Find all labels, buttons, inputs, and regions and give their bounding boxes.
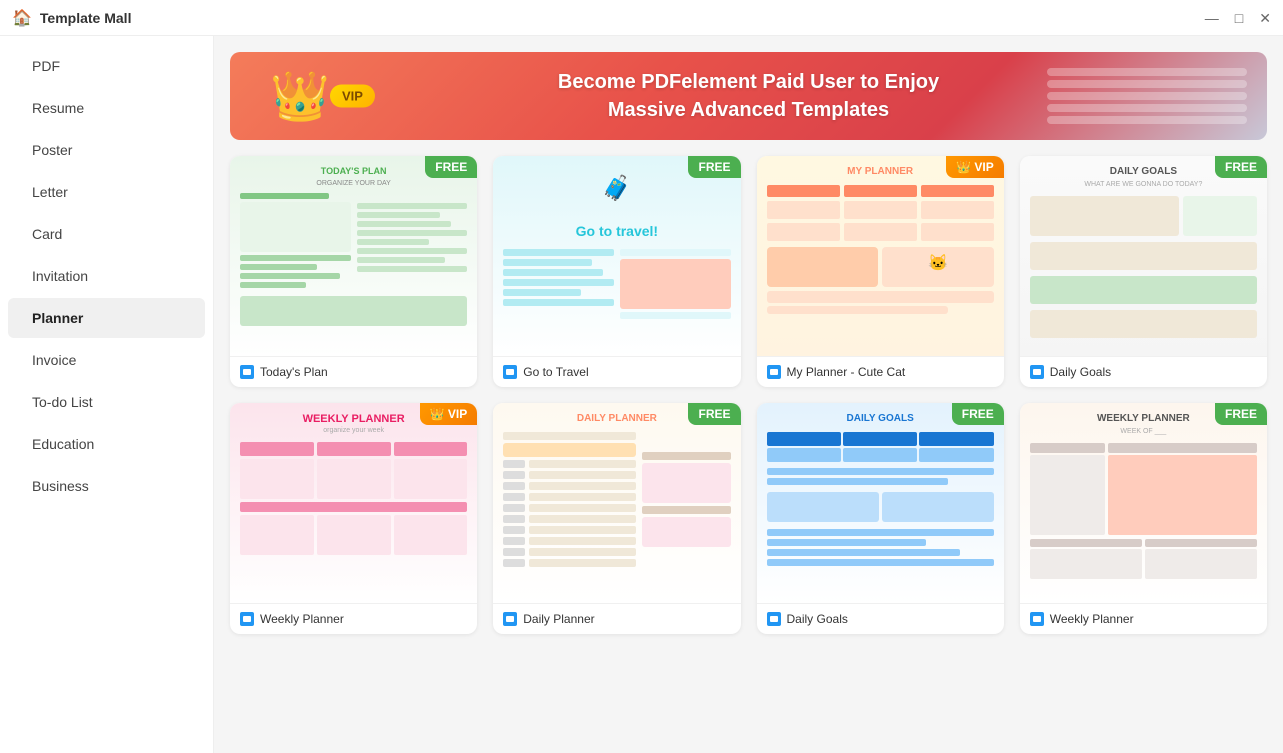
- titlebar-controls: — □ ✕: [1205, 11, 1271, 25]
- template-card-daily-goals[interactable]: FREE DAILY GOALS WHAT ARE WE GONNA DO TO…: [1020, 156, 1267, 387]
- banner-line2: Massive Advanced Templates: [558, 96, 939, 124]
- crown-icon: 👑: [270, 68, 330, 125]
- sidebar-item-poster[interactable]: Poster: [8, 130, 205, 170]
- banner-text: Become PDFelement Paid User to Enjoy Mas…: [558, 68, 939, 124]
- template-footer-weekly-2: Weekly Planner: [1020, 603, 1267, 634]
- template-footer-my-planner: My Planner - Cute Cat: [757, 356, 1004, 387]
- badge-free-2: FREE: [688, 156, 740, 178]
- template-footer-todays-plan: Today's Plan: [230, 356, 477, 387]
- template-card-daily-goals-2[interactable]: FREE DAILY GOALS: [757, 403, 1004, 634]
- template-card-weekly-2[interactable]: FREE WEEKLY PLANNER WEEK OF ___: [1020, 403, 1267, 634]
- template-card-go-to-travel[interactable]: FREE 🧳 Go to travel!: [493, 156, 740, 387]
- template-name-go-to-travel: Go to Travel: [523, 365, 588, 379]
- badge-vip: 👑 VIP: [946, 156, 1004, 178]
- template-footer-weekly-vip: Weekly Planner: [230, 603, 477, 634]
- template-preview-todays-plan: FREE TODAY'S PLAN ORGANIZE YOUR DAY: [230, 156, 477, 356]
- close-button[interactable]: ✕: [1259, 11, 1271, 25]
- banner-line1: Become PDFelement Paid User to Enjoy: [558, 68, 939, 96]
- template-name-daily-goals-2: Daily Goals: [787, 612, 848, 626]
- template-name-weekly-2: Weekly Planner: [1050, 612, 1134, 626]
- template-preview-weekly-vip: 👑 VIP WEEKLY PLANNER organize your week: [230, 403, 477, 603]
- template-preview-go-to-travel: FREE 🧳 Go to travel!: [493, 156, 740, 356]
- template-preview-daily-goals: FREE DAILY GOALS WHAT ARE WE GONNA DO TO…: [1020, 156, 1267, 356]
- main-layout: PDF Resume Poster Letter Card Invitation…: [0, 36, 1283, 753]
- badge-free-5: FREE: [952, 403, 1004, 425]
- template-footer-go-to-travel: Go to Travel: [493, 356, 740, 387]
- pdf-icon-5: [240, 612, 254, 626]
- template-name-weekly-vip: Weekly Planner: [260, 612, 344, 626]
- app-title: Template Mall: [40, 10, 132, 26]
- badge-free-3: FREE: [1215, 156, 1267, 178]
- sidebar-item-resume[interactable]: Resume: [8, 88, 205, 128]
- vip-badge: VIP: [330, 85, 375, 108]
- template-preview-daily-goals-2: FREE DAILY GOALS: [757, 403, 1004, 603]
- template-preview-daily-planner: FREE DAILY PLANNER: [493, 403, 740, 603]
- sidebar-item-planner[interactable]: Planner: [8, 298, 205, 338]
- template-card-daily-planner[interactable]: FREE DAILY PLANNER: [493, 403, 740, 634]
- pdf-icon-7: [767, 612, 781, 626]
- sidebar-item-business[interactable]: Business: [8, 466, 205, 506]
- pdf-icon-8: [1030, 612, 1044, 626]
- sidebar-item-invitation[interactable]: Invitation: [8, 256, 205, 296]
- badge-free-4: FREE: [688, 403, 740, 425]
- minimize-button[interactable]: —: [1205, 11, 1219, 25]
- sidebar-item-todo[interactable]: To-do List: [8, 382, 205, 422]
- pdf-icon-4: [1030, 365, 1044, 379]
- badge-free: FREE: [425, 156, 477, 178]
- pdf-icon: [240, 365, 254, 379]
- pdf-icon-2: [503, 365, 517, 379]
- sidebar-item-education[interactable]: Education: [8, 424, 205, 464]
- titlebar-left: 🏠 Template Mall: [12, 8, 131, 28]
- template-grid: FREE TODAY'S PLAN ORGANIZE YOUR DAY: [230, 156, 1267, 634]
- template-name-my-planner: My Planner - Cute Cat: [787, 365, 906, 379]
- home-icon: 🏠: [12, 8, 32, 28]
- sidebar-item-pdf[interactable]: PDF: [8, 46, 205, 86]
- template-card-my-planner[interactable]: 👑 VIP MY PLANNER: [757, 156, 1004, 387]
- maximize-button[interactable]: □: [1235, 11, 1243, 25]
- sidebar-item-card[interactable]: Card: [8, 214, 205, 254]
- pdf-icon-6: [503, 612, 517, 626]
- content-area: 👑 VIP Become PDFelement Paid User to Enj…: [214, 36, 1283, 753]
- pdf-icon-3: [767, 365, 781, 379]
- template-footer-daily-planner: Daily Planner: [493, 603, 740, 634]
- template-preview-my-planner: 👑 VIP MY PLANNER: [757, 156, 1004, 356]
- template-name-todays-plan: Today's Plan: [260, 365, 328, 379]
- template-name-daily-goals: Daily Goals: [1050, 365, 1111, 379]
- banner-decoration: [1047, 52, 1247, 140]
- sidebar-item-letter[interactable]: Letter: [8, 172, 205, 212]
- template-preview-weekly-2: FREE WEEKLY PLANNER WEEK OF ___: [1020, 403, 1267, 603]
- template-footer-daily-goals-2: Daily Goals: [757, 603, 1004, 634]
- titlebar: 🏠 Template Mall — □ ✕: [0, 0, 1283, 36]
- template-card-todays-plan[interactable]: FREE TODAY'S PLAN ORGANIZE YOUR DAY: [230, 156, 477, 387]
- template-name-daily-planner: Daily Planner: [523, 612, 594, 626]
- vip-banner[interactable]: 👑 VIP Become PDFelement Paid User to Enj…: [230, 52, 1267, 140]
- template-footer-daily-goals: Daily Goals: [1020, 356, 1267, 387]
- sidebar: PDF Resume Poster Letter Card Invitation…: [0, 36, 214, 753]
- template-card-weekly-vip[interactable]: 👑 VIP WEEKLY PLANNER organize your week: [230, 403, 477, 634]
- sidebar-item-invoice[interactable]: Invoice: [8, 340, 205, 380]
- badge-vip-2: 👑 VIP: [420, 403, 478, 425]
- badge-free-6: FREE: [1215, 403, 1267, 425]
